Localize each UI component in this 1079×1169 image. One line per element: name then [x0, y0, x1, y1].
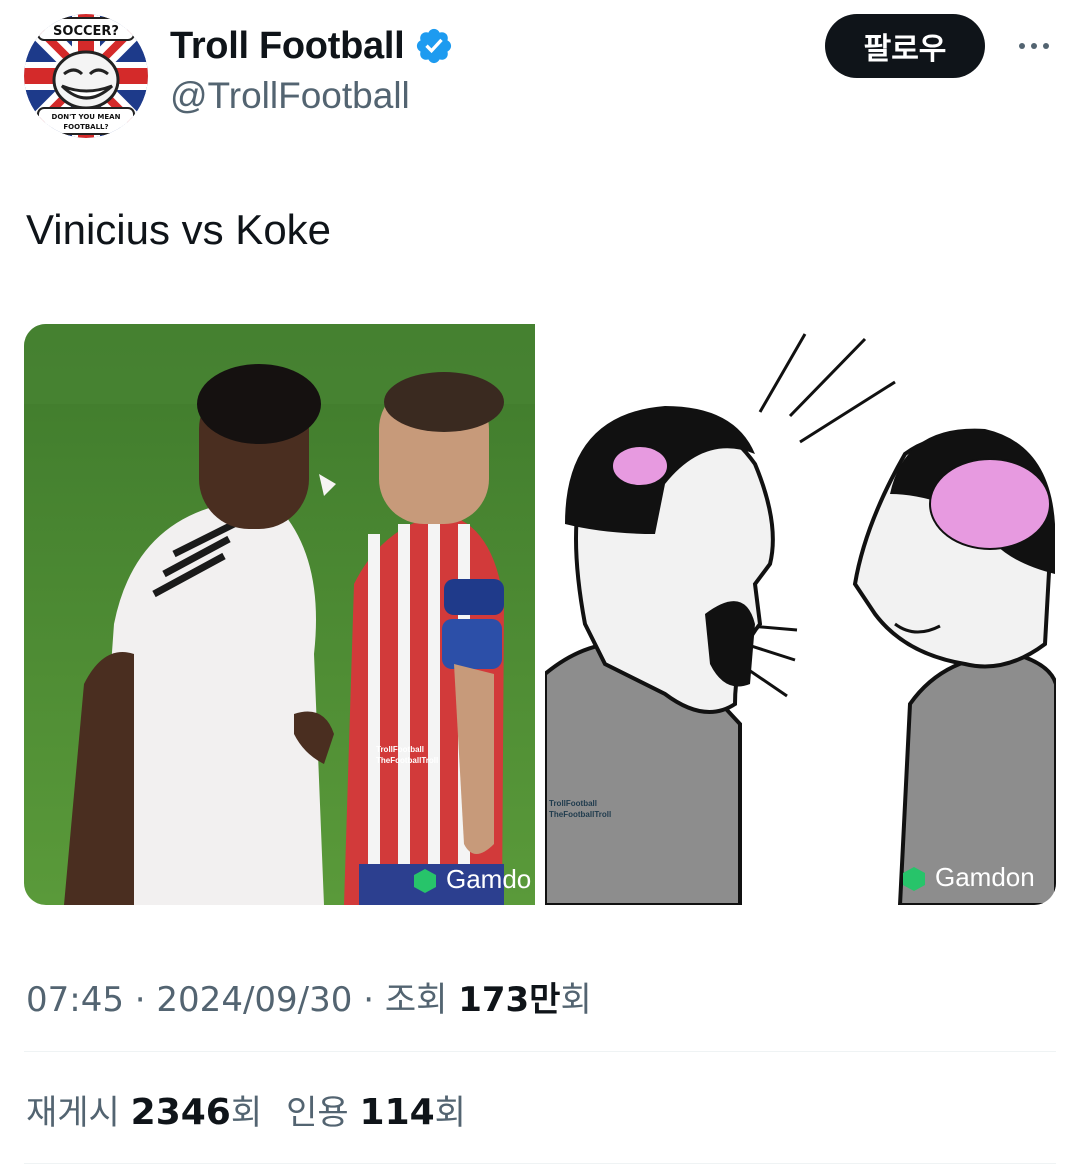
watermark-instagram-handle: TheFootballTroll — [376, 756, 439, 765]
avatar-text-top: SOCCER? — [53, 24, 119, 39]
views-unit: 회 — [560, 980, 592, 1020]
players-photo-image — [24, 324, 535, 905]
quotes-count: 114 — [359, 1092, 435, 1133]
tweet-date[interactable]: 2024/09/30 — [156, 980, 352, 1020]
watermark-right: TrollFootball TheFootballTroll — [549, 798, 611, 820]
dot — [1019, 43, 1025, 49]
reposts-stat[interactable]: 재게시 2346회 — [26, 1092, 263, 1133]
gamdom-logo-icon — [903, 866, 925, 891]
reposts-label: 재게시 — [26, 1093, 120, 1133]
avatar-text-bottom-1: DON'T YOU MEAN — [52, 113, 121, 121]
user-handle[interactable]: @TrollFootball — [170, 75, 410, 117]
views-label: 조회 — [384, 980, 448, 1020]
quotes-unit: 회 — [434, 1093, 466, 1133]
more-horizontal-icon[interactable] — [1008, 26, 1060, 66]
divider — [24, 1163, 1056, 1164]
separator: · — [363, 980, 375, 1020]
verified-badge-icon[interactable] — [414, 26, 454, 66]
dot — [1043, 43, 1049, 49]
reposts-count: 2346 — [130, 1092, 231, 1133]
tweet-meta: 07:45 · 2024/09/30 · 조회 173만회 — [26, 972, 592, 1021]
follow-button[interactable]: 팔로우 — [825, 14, 985, 78]
gamdom-logo-icon — [414, 868, 436, 893]
quotes-label: 인용 — [286, 1093, 349, 1133]
tweet-text: Vinicius vs Koke — [26, 206, 332, 253]
gamdom-brand-right: Gamdon — [899, 862, 1035, 893]
avatar-image: SOCCER? DON'T YOU MEAN FOOTBALL? — [24, 14, 148, 138]
gamdom-brand-left: Gamdo — [410, 864, 531, 895]
tweet-header: SOCCER? DON'T YOU MEAN FOOTBALL? Troll F… — [0, 0, 1079, 160]
avatar[interactable]: SOCCER? DON'T YOU MEAN FOOTBALL? — [24, 14, 148, 138]
name-row: Troll Football — [170, 22, 454, 70]
quotes-stat[interactable]: 인용 114회 — [286, 1092, 466, 1133]
tweet-stats: 재게시 2346회 인용 114회 — [26, 1085, 466, 1134]
display-name[interactable]: Troll Football — [170, 25, 405, 68]
tweet-time[interactable]: 07:45 — [26, 980, 124, 1020]
views-count: 173만 — [458, 980, 561, 1020]
watermark-left: TrollFootball TheFootballTroll — [376, 744, 438, 766]
watermark-twitter-handle: TrollFootball — [549, 799, 597, 808]
divider — [24, 1051, 1056, 1052]
media-photo-illustration[interactable]: TrollFootball TheFootballTroll Gamdon — [545, 324, 1056, 905]
watermark-twitter-handle: TrollFootball — [376, 745, 424, 754]
brand-text: Gamdo — [446, 864, 532, 894]
media-photo-players[interactable]: TrollFootball TheFootballTroll Gamdo — [24, 324, 535, 905]
tweet-media[interactable]: TrollFootball TheFootballTroll Gamdo Tro… — [24, 324, 1056, 905]
brain-illustration-image — [545, 324, 1056, 905]
dot — [1031, 43, 1037, 49]
separator: · — [134, 980, 146, 1020]
brand-text: Gamdon — [935, 862, 1035, 892]
watermark-instagram-handle: TheFootballTroll — [549, 810, 612, 819]
reposts-unit: 회 — [230, 1093, 263, 1133]
avatar-text-bottom-2: FOOTBALL? — [63, 123, 108, 131]
